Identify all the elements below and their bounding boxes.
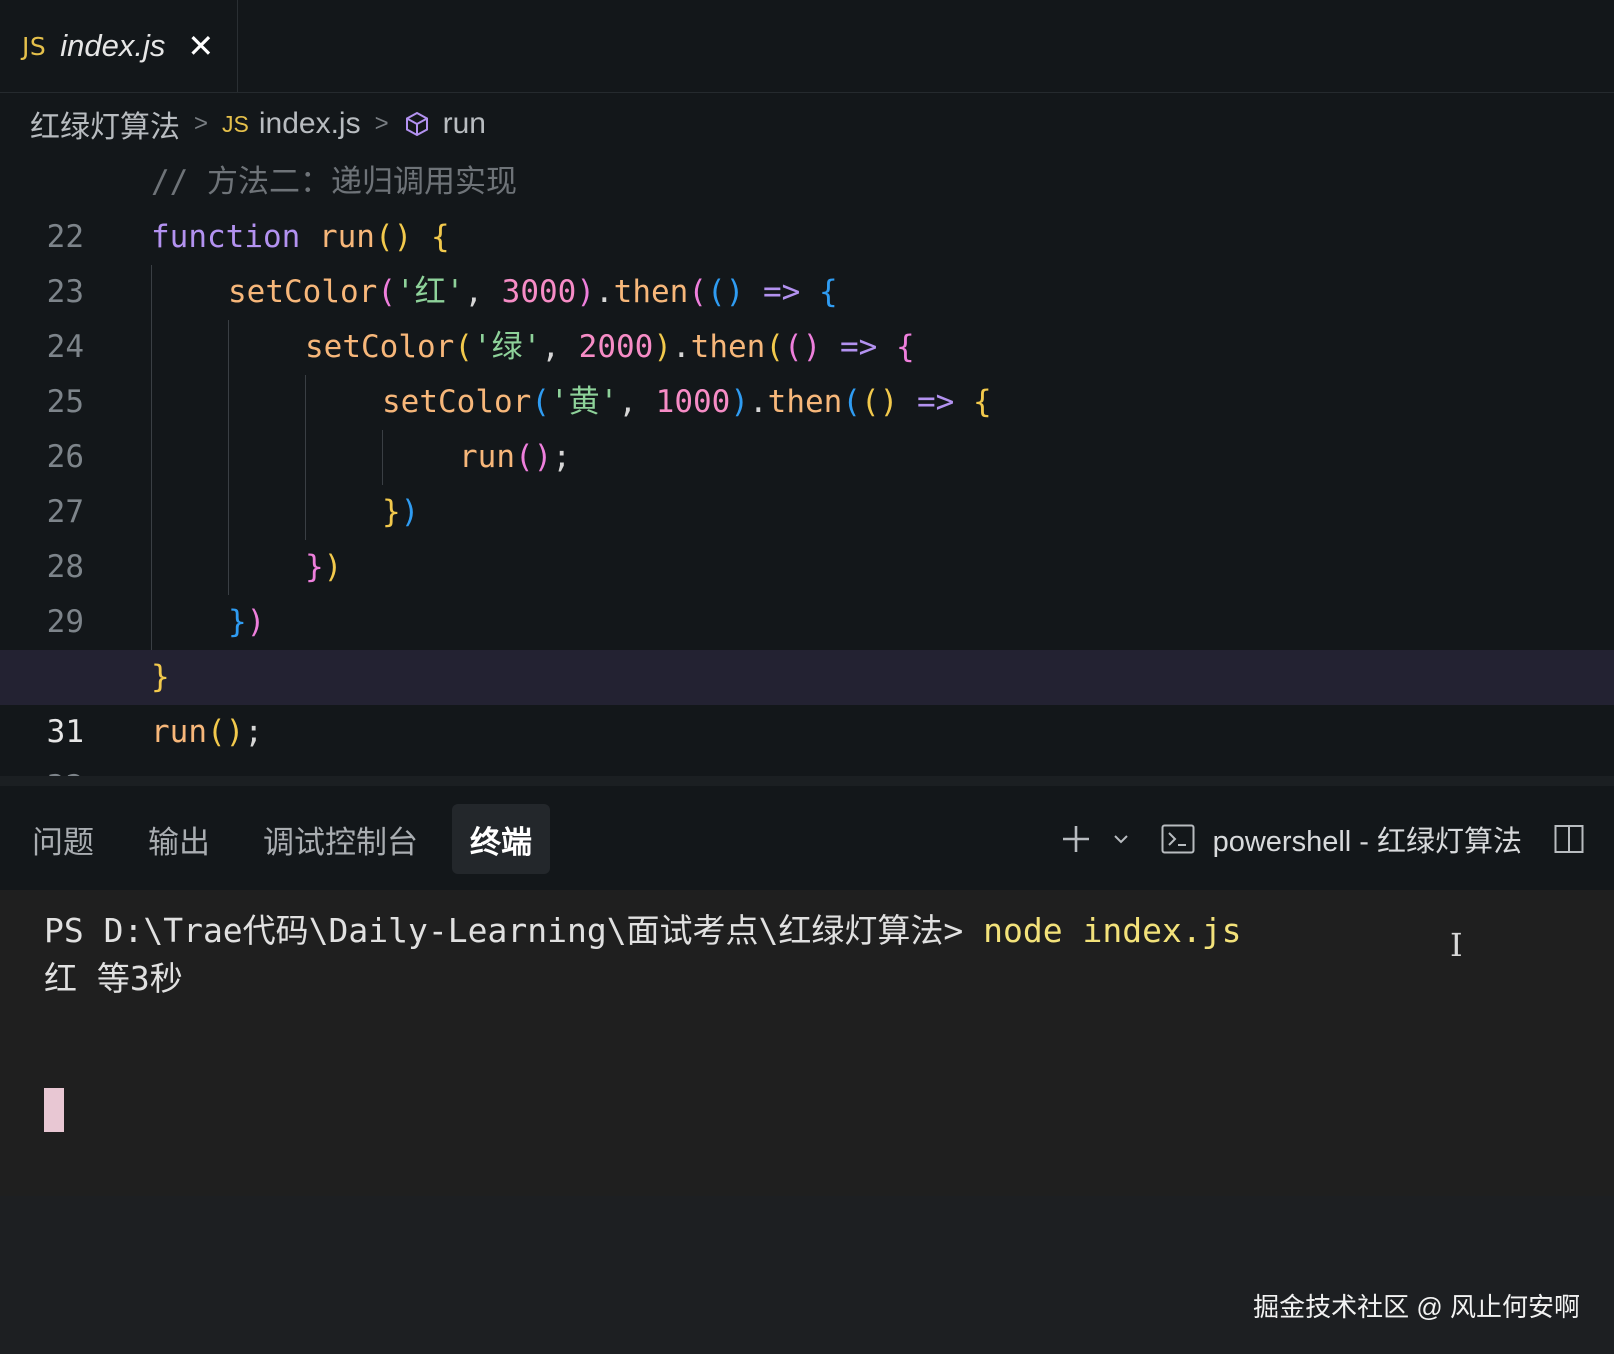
- code-text: setColor('绿', 2000).then(() => {: [305, 329, 915, 365]
- indent-guide: [228, 320, 229, 375]
- breadcrumb: 红绿灯算法 > JS index.js > run: [30, 98, 486, 150]
- code-line: 27 run();: [0, 430, 1614, 530]
- code-line: 28 }): [0, 485, 1614, 585]
- code-text: setColor('红', 3000).then(() => {: [228, 274, 838, 310]
- chevron-down-icon: [1113, 835, 1128, 844]
- code-text: function run() {: [151, 219, 450, 255]
- split-icon: [1554, 825, 1584, 853]
- add-terminal-button[interactable]: [1059, 822, 1093, 856]
- javascript-file-icon: JS: [222, 110, 249, 137]
- code-line: 25 setColor('绿', 2000).then(() => {: [0, 320, 1614, 420]
- code-text: }): [382, 494, 420, 530]
- chevron-right-icon: >: [374, 110, 389, 137]
- indent-guide: [151, 595, 152, 650]
- breadcrumb-file[interactable]: index.js: [259, 107, 361, 141]
- terminal-dropdown-button[interactable]: [1111, 829, 1131, 849]
- tab-filename: index.js: [60, 28, 166, 63]
- tab-terminal[interactable]: 终端: [452, 804, 550, 874]
- terminal-output-line: 红 等3秒: [44, 959, 183, 998]
- code-line: 32 run();: [0, 705, 1614, 805]
- breadcrumb-folder[interactable]: 红绿灯算法: [30, 102, 180, 146]
- terminal-command: node index.js: [983, 911, 1242, 950]
- panel-actions: powershell - 红绿灯算法: [1059, 804, 1584, 874]
- plus-icon: [1062, 826, 1089, 852]
- indent-guide: [305, 430, 306, 485]
- code-line: 29 }): [0, 540, 1614, 640]
- terminal-cursor: [44, 1088, 64, 1132]
- indent-guide: [151, 430, 152, 485]
- code-line: 26 setColor('黄', 1000).then(() => {: [0, 375, 1614, 475]
- editor-tab-bar: JS index.js ✕: [0, 0, 1614, 93]
- indent-guide: [151, 265, 152, 320]
- indent-guide: [151, 485, 152, 540]
- indent-guide: [305, 485, 306, 540]
- tab-problems[interactable]: 问题: [14, 804, 112, 874]
- terminal-command-line: PS D:\Trae代码\Daily-Learning\面试考点\红绿灯算法> …: [44, 904, 1241, 952]
- indent-guide: [151, 320, 152, 375]
- chevron-right-icon: >: [194, 110, 209, 137]
- split-terminal-button[interactable]: [1554, 824, 1584, 854]
- terminal-prompt: PS D:\Trae代码\Daily-Learning\面试考点\红绿灯算法>: [44, 911, 984, 950]
- code-line: 22 // 方法二：递归调用实现: [0, 155, 1614, 255]
- method-symbol-icon: [403, 110, 431, 138]
- indent-guide: [228, 430, 229, 485]
- code-line: 23 function run() {: [0, 210, 1614, 310]
- close-icon[interactable]: ✕: [187, 27, 214, 65]
- vscode-window: JS index.js ✕ 红绿灯算法 > JS index.js > run …: [0, 0, 1614, 1354]
- code-text: }: [151, 659, 170, 695]
- indent-guide: [228, 540, 229, 595]
- indent-guide: [228, 375, 229, 430]
- tab-debug-console[interactable]: 调试控制台: [245, 804, 436, 874]
- code-editor[interactable]: 22 // 方法二：递归调用实现 23 function run() { 24 …: [0, 155, 1614, 805]
- indent-guide: [382, 430, 383, 485]
- code-text: run();: [459, 439, 571, 475]
- code-line: 24 setColor('红', 3000).then(() => {: [0, 265, 1614, 365]
- panel-header: 问题 输出 调试控制台 终端 powershell - 红绿灯算法: [0, 786, 1614, 890]
- panel-divider[interactable]: [0, 776, 1614, 786]
- indent-guide: [228, 485, 229, 540]
- indent-guide: [151, 375, 152, 430]
- text-cursor-icon: I: [1450, 926, 1463, 964]
- code-line: 30 }): [0, 595, 1614, 695]
- watermark: 掘金技术社区 @ 风止何安啊: [1253, 1292, 1580, 1322]
- tab-output[interactable]: 输出: [130, 804, 228, 874]
- code-text: run();: [151, 714, 263, 750]
- indent-guide: [305, 375, 306, 430]
- breadcrumb-symbol[interactable]: run: [443, 107, 486, 141]
- terminal-name-label[interactable]: powershell - 红绿灯算法: [1213, 818, 1522, 860]
- terminal-output[interactable]: PS D:\Trae代码\Daily-Learning\面试考点\红绿灯算法> …: [0, 890, 1614, 1196]
- code-text: }): [228, 604, 266, 640]
- code-text: }): [305, 549, 343, 585]
- code-text: setColor('黄', 1000).then(() => {: [382, 384, 992, 420]
- bottom-panel: 问题 输出 调试控制台 终端 powershell - 红绿灯算法 PS D:\…: [0, 786, 1614, 1196]
- indent-guide: [151, 540, 152, 595]
- javascript-file-icon: JS: [22, 31, 47, 61]
- code-line-current: 31 }: [0, 650, 1614, 750]
- code-text: // 方法二：递归调用实现: [151, 164, 517, 200]
- bottom-area: 掘金技术社区 @ 风止何安啊: [0, 1196, 1614, 1354]
- tab-index-js[interactable]: JS index.js ✕: [0, 0, 238, 92]
- terminal-shell-icon: [1161, 824, 1195, 854]
